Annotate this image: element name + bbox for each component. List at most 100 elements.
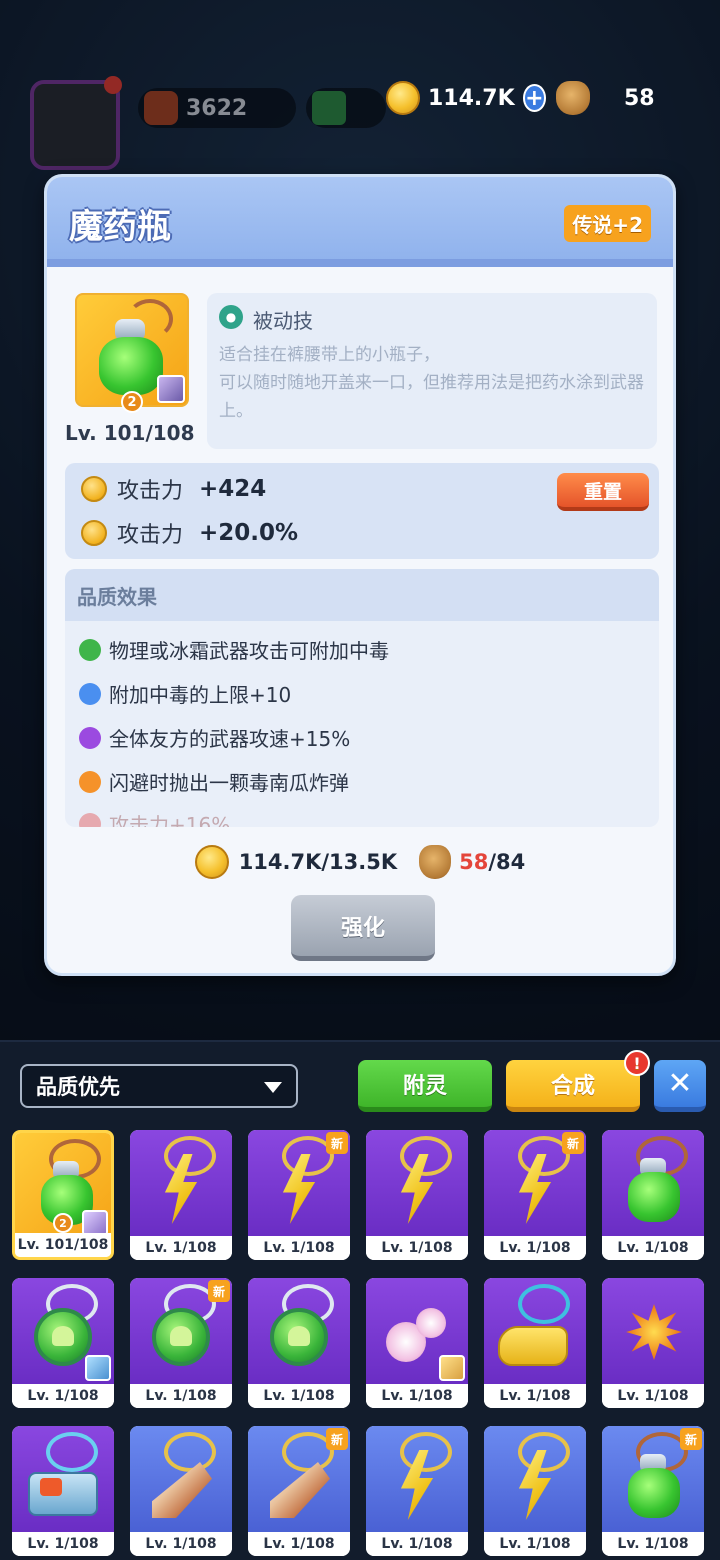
- sort-label: 品质优先: [36, 1075, 120, 1099]
- sort-dropdown[interactable]: 品质优先: [20, 1064, 298, 1108]
- merge-button[interactable]: 合成 !: [506, 1050, 650, 1112]
- item-detail-modal: 魔药瓶 传说+2 2 Lv. 101/108 ● 被动技 适合挂在裤腰带上的小瓶…: [44, 174, 676, 976]
- item-art: [130, 1130, 232, 1236]
- string-icon: [164, 1432, 216, 1472]
- effect-row: 全体友方的武器攻速+15%: [79, 723, 350, 752]
- item-level: Lv. 1/108: [366, 1236, 468, 1260]
- item-level: Lv. 1/108: [484, 1236, 586, 1260]
- bag-resource[interactable]: 58: [550, 78, 670, 118]
- inventory-item-card[interactable]: Lv. 1/108: [248, 1278, 350, 1408]
- heart-icon: [52, 1326, 74, 1346]
- item-level: Lv. 1/108: [366, 1532, 468, 1556]
- inventory-item-card[interactable]: Lv. 1/108: [12, 1278, 114, 1408]
- inventory-item-card[interactable]: 新 Lv. 1/108: [484, 1130, 586, 1260]
- inventory-item-card[interactable]: Lv. 1/108: [366, 1426, 468, 1556]
- attack-icon: [81, 520, 107, 546]
- inventory-item-card[interactable]: Lv. 1/108: [130, 1426, 232, 1556]
- effect-text: 全体友方的武器攻速+15%: [109, 727, 351, 751]
- inventory-item-card[interactable]: 新 Lv. 1/108: [130, 1278, 232, 1408]
- item-art: [602, 1278, 704, 1384]
- inventory-item-card[interactable]: 新 Lv. 1/108: [248, 1426, 350, 1556]
- effect-dot-icon: [79, 770, 101, 793]
- potion-icon: [628, 1172, 680, 1222]
- item-art: [12, 1278, 114, 1384]
- effect-text: 攻击力+16%: [109, 813, 231, 827]
- quality-effects-panel[interactable]: 品质效果 物理或冰霜武器攻击可附加中毒 附加中毒的上限+10 全体友方的武器攻速…: [65, 569, 659, 827]
- item-level: Lv. 1/108: [130, 1532, 232, 1556]
- inventory-item-card[interactable]: 2 Lv. 101/108: [12, 1130, 114, 1260]
- gold-count: 114.7K: [428, 85, 515, 111]
- close-button[interactable]: ✕: [654, 1060, 706, 1112]
- effect-dot-icon: [79, 638, 101, 661]
- inventory-item-card[interactable]: Lv. 1/108: [130, 1130, 232, 1260]
- inventory-item-card[interactable]: Lv. 1/108: [484, 1278, 586, 1408]
- tier-badge: 2: [121, 391, 143, 413]
- inventory-panel: 品质优先 附灵 合成 ! ✕ 2 Lv. 101/108 Lv. 1/108 新 Lv.…: [0, 1040, 720, 1560]
- item-art: [130, 1426, 232, 1532]
- inventory-item-card[interactable]: Lv. 1/108: [366, 1278, 468, 1408]
- heart-icon: [170, 1326, 192, 1346]
- effect-text: 物理或冰霜武器攻击可附加中毒: [109, 639, 389, 663]
- item-art: [484, 1278, 586, 1384]
- item-level: Lv. 101/108: [65, 421, 195, 445]
- item-level: Lv. 1/108: [602, 1236, 704, 1260]
- button-icon: [40, 1478, 62, 1496]
- item-art: [12, 1426, 114, 1532]
- effect-text: 闪避时抛出一颗毒南瓜炸弹: [109, 771, 349, 795]
- inventory-item-card[interactable]: Lv. 1/108: [484, 1426, 586, 1556]
- item-level: Lv. 1/108: [602, 1384, 704, 1408]
- gold-coin-icon: [194, 845, 229, 879]
- hero-portrait-icon: [157, 375, 185, 403]
- new-badge: 新: [326, 1132, 348, 1154]
- passive-skill-icon: ●: [219, 305, 243, 329]
- item-art: 2: [15, 1133, 111, 1239]
- merge-label: 合成: [550, 1073, 595, 1099]
- item-level: Lv. 1/108: [130, 1236, 232, 1260]
- hero-portrait-icon: [439, 1355, 465, 1381]
- enchant-button[interactable]: 附灵: [358, 1060, 492, 1112]
- skill-panel: ● 被动技 适合挂在裤腰带上的小瓶子， 可以随时随地开盖来一口，但推荐用法是把药…: [207, 293, 657, 449]
- cost-gold-have: 114.7K: [238, 850, 322, 874]
- item-art: [248, 1278, 350, 1384]
- item-level: Lv. 101/108: [15, 1233, 111, 1257]
- stats-panel: 攻击力 +424 攻击力 +20.0% 重置: [65, 463, 659, 559]
- inventory-item-card[interactable]: 新 Lv. 1/108: [248, 1130, 350, 1260]
- cost-bags-need: /84: [488, 850, 526, 874]
- inventory-item-card[interactable]: Lv. 1/108: [12, 1426, 114, 1556]
- stat-row: 攻击力 +20.0%: [81, 515, 298, 551]
- sun-charm-icon: [626, 1304, 682, 1360]
- whistle-icon: [498, 1326, 568, 1366]
- reset-button[interactable]: 重置: [557, 473, 649, 511]
- inventory-item-card[interactable]: Lv. 1/108: [602, 1278, 704, 1408]
- inventory-item-card[interactable]: 新 Lv. 1/108: [602, 1426, 704, 1556]
- cost-bags-have: 58: [459, 850, 489, 874]
- add-gold-icon[interactable]: +: [522, 84, 546, 112]
- item-art: [366, 1426, 468, 1532]
- item-level: Lv. 1/108: [484, 1532, 586, 1556]
- inventory-item-card[interactable]: Lv. 1/108: [602, 1130, 704, 1260]
- item-level: Lv. 1/108: [484, 1384, 586, 1408]
- stat-row: 攻击力 +424: [81, 471, 266, 507]
- item-icon: 2: [75, 293, 189, 413]
- upgrade-button[interactable]: 强化: [291, 895, 435, 961]
- item-level: Lv. 1/108: [130, 1384, 232, 1408]
- effect-row: 物理或冰霜武器攻击可附加中毒: [79, 635, 389, 664]
- quality-header: 品质效果: [65, 569, 659, 621]
- lock-icon: [79, 812, 101, 827]
- effect-row: 闪避时抛出一颗毒南瓜炸弹: [79, 767, 349, 796]
- chevron-down-icon: [264, 1082, 282, 1093]
- attack-icon: [81, 476, 107, 502]
- new-badge: 新: [562, 1132, 584, 1154]
- flower-icon: [416, 1308, 446, 1338]
- gold-resource[interactable]: 114.7K +: [380, 78, 546, 118]
- heart-icon: [288, 1326, 310, 1346]
- upgrade-cost: 114.7K /13.5K 58 /84: [47, 845, 673, 879]
- potion-icon: [99, 337, 163, 395]
- modal-header: 魔药瓶 传说+2: [47, 177, 673, 267]
- new-badge: 新: [680, 1428, 702, 1450]
- money-bag-icon: [556, 81, 590, 115]
- stat-value: +424: [199, 476, 267, 502]
- inventory-item-card[interactable]: Lv. 1/108: [366, 1130, 468, 1260]
- effect-row-locked: 攻击力+16%: [79, 809, 230, 827]
- stat-value: +20.0%: [199, 520, 299, 546]
